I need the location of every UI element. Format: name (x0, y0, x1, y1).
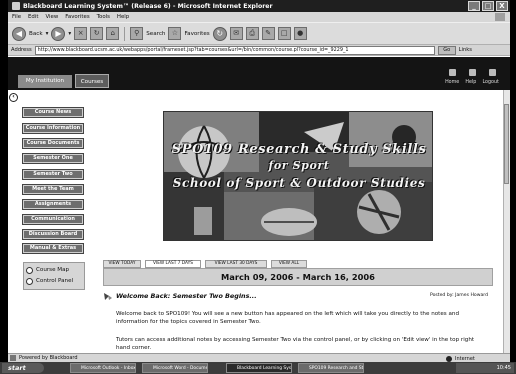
close-button[interactable]: X (496, 1, 508, 11)
discuss-icon[interactable]: □ (277, 27, 291, 40)
menu-help[interactable]: Help (117, 14, 129, 20)
status-text: Powered by Blackboard (19, 355, 78, 361)
scrollbar-thumb[interactable] (504, 104, 509, 184)
favorites-star-icon[interactable]: ☆ (168, 27, 182, 40)
messenger-icon[interactable]: ● (293, 27, 307, 40)
header-link-home[interactable]: Home (445, 80, 459, 85)
banner-title-line2: for Sport (268, 159, 330, 172)
banner-title-line3: School of Sport & Outdoor Studies (172, 176, 426, 190)
nav-meet-the-team[interactable]: Meet the Team (23, 185, 83, 194)
announcement-posted-by: Posted by: James Howard (430, 293, 489, 298)
mail-icon[interactable]: ✉ (229, 27, 243, 40)
forward-arrow-icon[interactable]: ▶ (51, 26, 66, 41)
tab-view-today[interactable]: VIEW TODAY (103, 260, 141, 268)
ie-window-icon (12, 2, 20, 10)
menu-view[interactable]: View (45, 14, 58, 20)
nav-manual-extras[interactable]: Manual & Extras (23, 244, 83, 253)
edit-icon[interactable]: ✎ (261, 27, 275, 40)
date-range: March 09, 2006 - March 16, 2006 (221, 272, 375, 282)
announcement-paragraph-2: Tutors can access additional notes by ac… (116, 337, 475, 351)
refresh-icon[interactable]: ↻ (90, 27, 104, 40)
zone-label: Internet (455, 355, 475, 362)
logout-header-icon[interactable] (488, 68, 496, 76)
nav-course-information[interactable]: Course Information (23, 124, 83, 133)
nav-course-documents[interactable]: Course Documents (23, 139, 83, 148)
search-button-label[interactable]: Search (146, 31, 165, 37)
course-map-link[interactable]: Course Map (26, 265, 69, 275)
address-label: Address (11, 47, 32, 53)
system-tray: 10:45 (456, 363, 514, 373)
menu-tools[interactable]: Tools (97, 14, 110, 20)
course-banner: SPO109 Research & Study Skills for Sport… (163, 111, 433, 241)
tab-view-last-30-days[interactable]: VIEW LAST 30 DAYS (205, 260, 267, 268)
toolbar: ◀ Back ▾ ▶ ▾ × ↻ ⌂ ⚲ Search ☆ Favorites … (8, 22, 510, 44)
address-input[interactable]: http://www.blackboard.ucsm.ac.uk/webapps… (34, 45, 435, 55)
start-button[interactable]: start (2, 363, 44, 373)
announcement-title: Welcome Back: Semester Two Begins... (116, 292, 257, 300)
internet-zone-icon (446, 355, 452, 362)
header-link-logout[interactable]: Logout (482, 80, 498, 85)
clock: 10:45 (496, 365, 511, 371)
forward-dropdown-icon[interactable]: ▾ (68, 31, 71, 37)
minimize-button[interactable]: _ (468, 1, 480, 11)
window-title: Blackboard Learning System™ (Release 6) … (23, 2, 273, 10)
menu-favorites[interactable]: Favorites (65, 14, 89, 20)
status-bar: Powered by Blackboard Internet (8, 353, 510, 362)
menu-edit[interactable]: Edit (28, 14, 38, 20)
course-map-label[interactable]: Course Map (36, 267, 69, 273)
page-status-icon (10, 355, 16, 361)
window-left-edge (0, 0, 8, 374)
history-icon[interactable]: ↻ (212, 26, 227, 41)
header-links: Home Help Logout (442, 78, 502, 86)
help-header-icon[interactable] (468, 68, 476, 76)
tab-courses[interactable]: Courses (75, 74, 109, 88)
search-icon[interactable]: ⚲ (130, 27, 144, 40)
stop-icon[interactable]: × (74, 27, 88, 40)
nav-semester-two[interactable]: Semester Two (23, 170, 83, 179)
taskbar-item-3[interactable]: Blackboard Learning System (226, 363, 292, 373)
nav-semester-one[interactable]: Semester One (23, 154, 83, 163)
tab-view-last-7-days[interactable]: VIEW LAST 7 DAYS (145, 260, 201, 268)
tab-my-institution[interactable]: My Institution (18, 75, 72, 88)
control-panel-icon (26, 277, 33, 285)
back-arrow-icon[interactable]: ◀ (12, 26, 26, 41)
course-map-icon (26, 266, 33, 274)
title-bar[interactable]: Blackboard Learning System™ (Release 6) … (8, 0, 510, 12)
banner-title-line1: SPO109 Research & Study Skills (171, 142, 427, 157)
taskbar-item-4[interactable]: SPO109 Research and Study (298, 363, 364, 373)
toolbar-divider (124, 26, 126, 41)
tab-view-all[interactable]: VIEW ALL (271, 260, 307, 268)
announcement-icon (104, 293, 112, 300)
nav-assignments[interactable]: Assignments (23, 200, 83, 209)
nav-course-news[interactable]: Course News (23, 108, 83, 117)
maximize-button[interactable]: □ (482, 1, 494, 11)
taskbar-item-1[interactable]: Microsoft Outlook - Inbox (70, 363, 136, 373)
links-label[interactable]: Links (459, 47, 472, 53)
address-url: http://www.blackboard.ucsm.ac.uk/webapps… (37, 47, 349, 53)
nav-discussion-board[interactable]: Discussion Board (23, 230, 83, 239)
taskbar-item-2[interactable]: Microsoft Word - Document1 (142, 363, 208, 373)
windows-logo-icon (495, 13, 505, 21)
home-header-icon[interactable] (448, 68, 456, 76)
back-dropdown-icon[interactable]: ▾ (46, 31, 49, 37)
collapse-menu-icon[interactable]: ‹ (9, 93, 18, 102)
print-icon[interactable]: ⎙ (245, 27, 259, 40)
go-button[interactable]: Go (437, 45, 456, 55)
header-link-help[interactable]: Help (465, 80, 476, 85)
menu-file[interactable]: File (12, 14, 21, 20)
announcement-paragraph-1: Welcome back to SPO109! You will see a n… (116, 311, 460, 325)
control-panel-label[interactable]: Control Panel (36, 278, 73, 284)
control-panel-link[interactable]: Control Panel (26, 276, 73, 286)
back-button-label[interactable]: Back (29, 31, 43, 37)
window-controls: _ □ X (468, 1, 508, 11)
favorites-button-label[interactable]: Favorites (184, 31, 209, 37)
nav-communication[interactable]: Communication (23, 215, 83, 224)
address-bar: Address http://www.blackboard.ucsm.ac.uk… (8, 44, 510, 56)
menu-bar: File Edit View Favorites Tools Help (8, 12, 510, 22)
header-icons (442, 67, 502, 77)
window-right-edge (510, 0, 516, 374)
home-icon[interactable]: ⌂ (106, 27, 120, 40)
